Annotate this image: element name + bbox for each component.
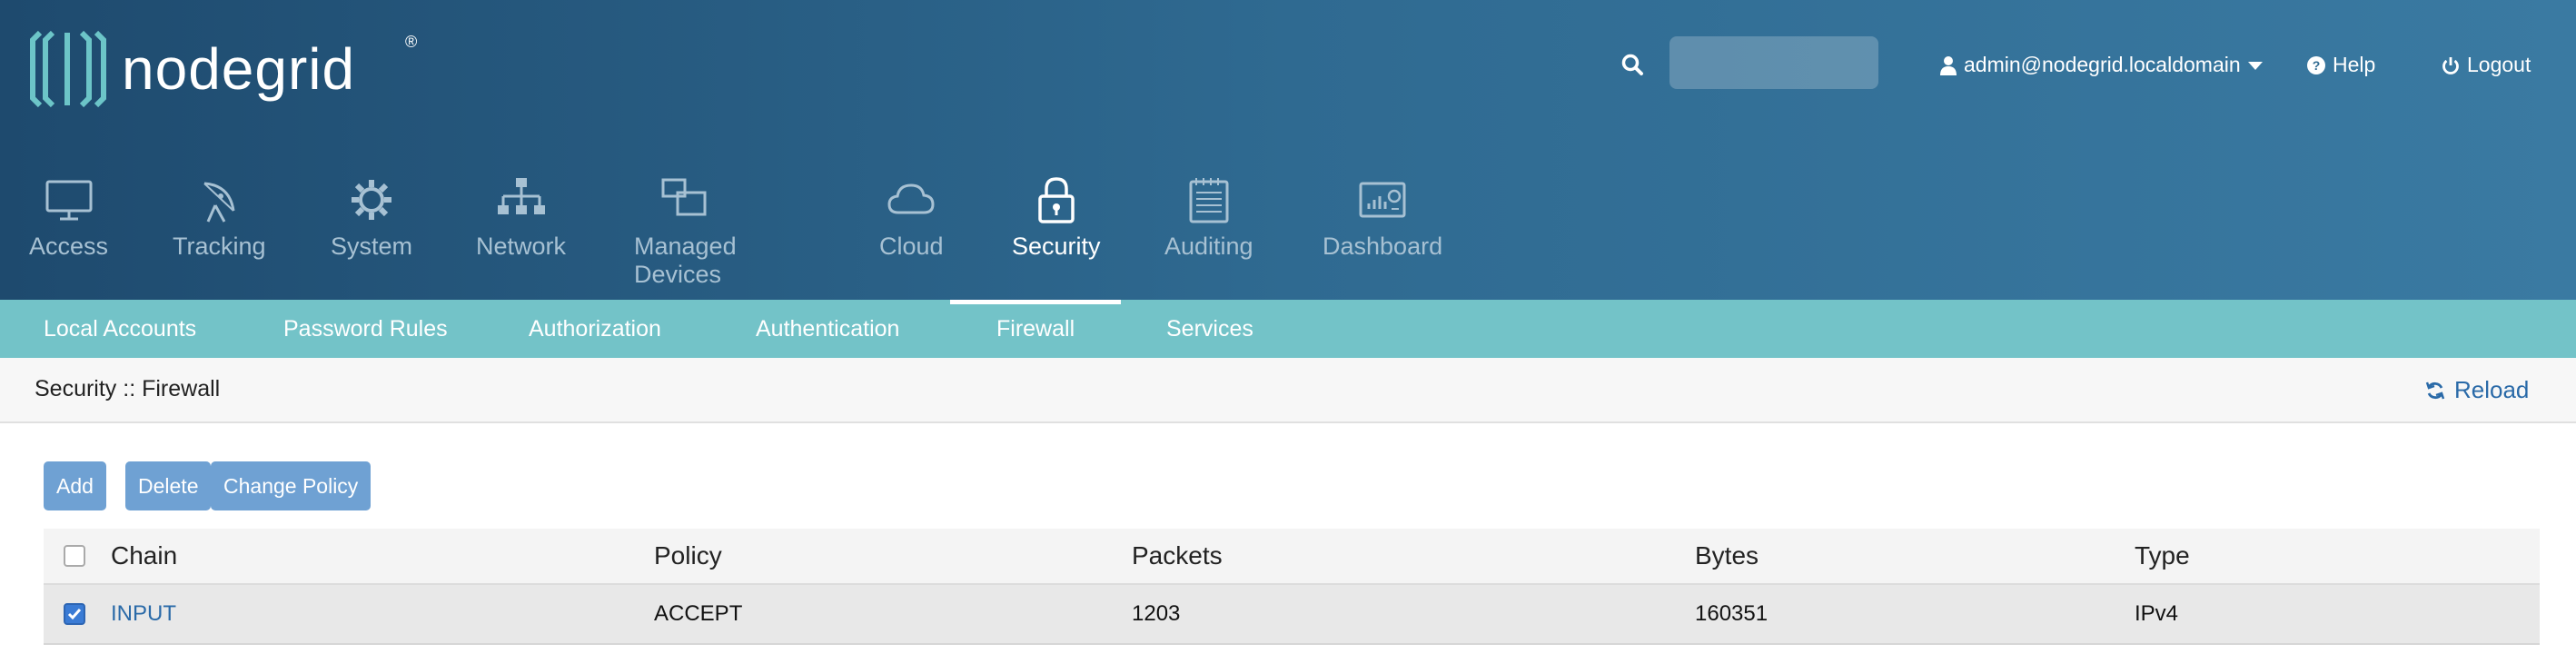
caret-down-icon — [2247, 61, 2263, 70]
packets-cell: 1203 — [1132, 601, 1181, 626]
nav-system[interactable]: System — [331, 174, 412, 261]
refresh-icon — [2425, 382, 2445, 399]
nodegrid-logo-mark-icon — [30, 30, 106, 108]
add-button[interactable]: Add — [44, 461, 106, 510]
checkmark-icon — [67, 609, 82, 620]
tab-password-rules[interactable]: Password Rules — [283, 300, 448, 358]
tab-authentication[interactable]: Authentication — [756, 300, 899, 358]
tab-authorization[interactable]: Authorization — [529, 300, 661, 358]
brand-name: nodegrid — [122, 36, 356, 102]
change-policy-button[interactable]: Change Policy — [211, 461, 372, 510]
sub-nav: Local Accounts Password Rules Authorizat… — [0, 300, 2576, 358]
nodegrid-logo[interactable]: nodegrid ® — [27, 24, 417, 114]
tab-local-accounts[interactable]: Local Accounts — [44, 300, 196, 358]
active-tab-indicator — [950, 300, 1121, 304]
nav-auditing[interactable]: Auditing — [1164, 174, 1253, 261]
breadcrumb-bar: Security :: Firewall Reload — [0, 358, 2576, 423]
row-checkbox[interactable] — [64, 585, 85, 643]
help-link[interactable]: ? Help — [2307, 53, 2375, 77]
bytes-cell: 160351 — [1695, 601, 1769, 626]
col-packets[interactable]: Packets — [1132, 529, 1223, 583]
table-header: Chain Policy Packets Bytes Type — [44, 529, 2540, 585]
col-bytes[interactable]: Bytes — [1695, 529, 1759, 583]
devices-icon — [661, 178, 707, 216]
col-policy[interactable]: Policy — [654, 529, 722, 583]
registered-mark: ® — [405, 33, 418, 51]
satellite-dish-icon — [203, 182, 235, 223]
notepad-icon — [1189, 178, 1229, 223]
table-row[interactable]: INPUT ACCEPT 1203 160351 IPv4 — [44, 585, 2540, 645]
nav-managed-devices-label: Managed Devices — [634, 233, 737, 288]
checkbox-checked — [64, 603, 85, 625]
user-menu[interactable]: admin@nodegrid.localdomain — [1940, 53, 2263, 77]
dashboard-icon — [1359, 182, 1406, 218]
svg-text:?: ? — [2313, 58, 2321, 73]
breadcrumb: Security :: Firewall — [35, 376, 221, 401]
cloud-icon — [887, 183, 935, 214]
nav-network[interactable]: Network — [476, 174, 566, 261]
monitor-icon — [45, 180, 93, 221]
user-icon — [1940, 55, 1957, 75]
nav-system-label: System — [331, 233, 413, 260]
search-input[interactable] — [1669, 36, 1878, 89]
reload-button[interactable]: Reload — [2425, 376, 2529, 404]
help-label: Help — [2333, 53, 2376, 76]
nav-dashboard[interactable]: Dashboard — [1323, 174, 1442, 261]
nav-network-label: Network — [476, 233, 567, 260]
policy-cell: ACCEPT — [654, 601, 743, 626]
nav-managed-devices[interactable]: Managed Devices — [634, 174, 737, 289]
nav-auditing-label: Auditing — [1164, 233, 1253, 260]
gear-icon — [352, 180, 392, 220]
col-type[interactable]: Type — [2135, 529, 2190, 583]
power-icon — [2442, 56, 2459, 74]
select-all-checkbox[interactable] — [64, 529, 85, 583]
reload-label: Reload — [2454, 376, 2530, 403]
tab-services[interactable]: Services — [1166, 300, 1253, 358]
search-icon[interactable] — [1620, 53, 1644, 76]
nav-tracking[interactable]: Tracking — [173, 174, 266, 261]
lock-icon — [1038, 177, 1075, 223]
nav-tracking-label: Tracking — [173, 233, 266, 260]
tab-firewall[interactable]: Firewall — [996, 300, 1075, 358]
firewall-table: Chain Policy Packets Bytes Type INPUT AC… — [44, 529, 2540, 645]
nav-security[interactable]: Security — [1012, 174, 1101, 261]
delete-button[interactable]: Delete — [125, 461, 212, 510]
nav-dashboard-label: Dashboard — [1323, 233, 1443, 260]
question-circle-icon: ? — [2307, 55, 2325, 74]
logout-link[interactable]: Logout — [2442, 53, 2531, 77]
network-icon — [497, 178, 545, 214]
col-chain[interactable]: Chain — [111, 529, 177, 583]
nav-access-label: Access — [29, 233, 109, 260]
nav-access[interactable]: Access — [29, 174, 108, 261]
checkbox-box — [64, 545, 85, 567]
logout-label: Logout — [2467, 53, 2531, 76]
type-cell: IPv4 — [2135, 601, 2179, 626]
top-header: nodegrid ® admin@nodegrid.localdomain ? … — [0, 0, 2576, 300]
chain-link[interactable]: INPUT — [111, 585, 176, 643]
nav-cloud-label: Cloud — [879, 233, 944, 260]
nav-cloud[interactable]: Cloud — [879, 174, 944, 261]
user-label: admin@nodegrid.localdomain — [1964, 53, 2241, 76]
nav-security-label: Security — [1012, 233, 1101, 260]
